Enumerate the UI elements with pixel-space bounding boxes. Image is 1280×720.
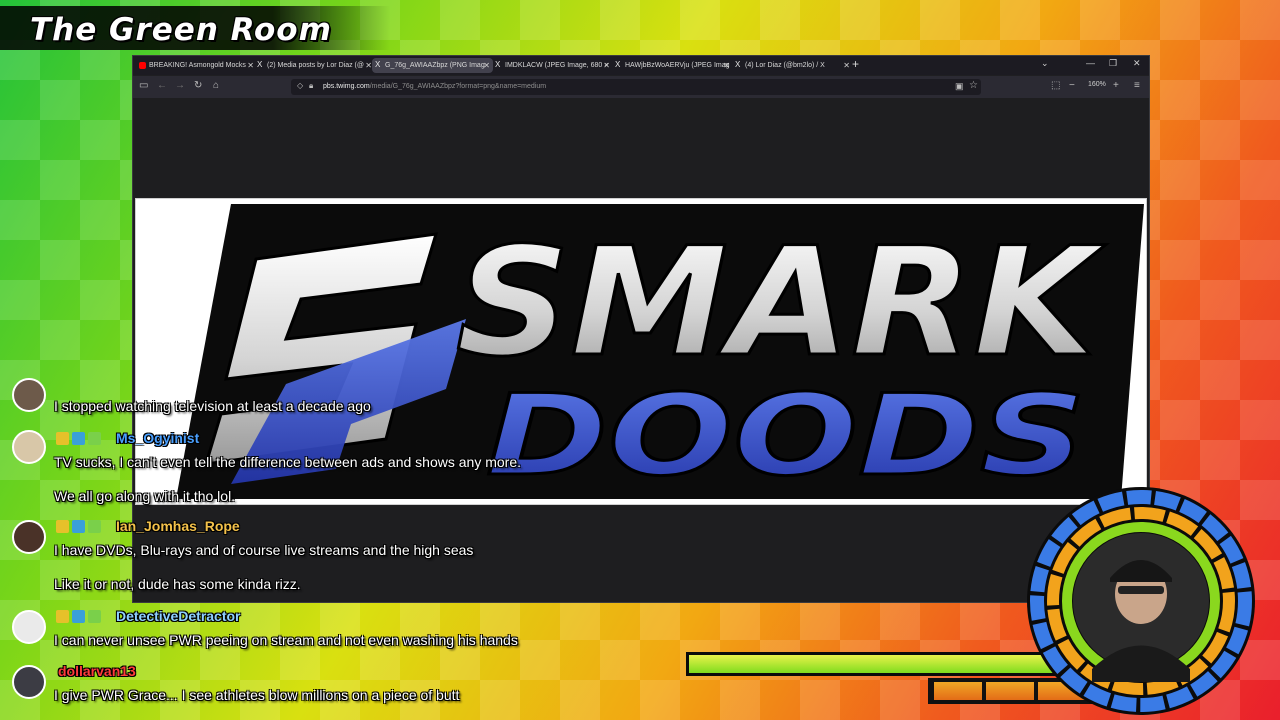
tab-asmongold[interactable]: BREAKING! Asmongold Mocks ✕ — [136, 58, 257, 73]
zoom-in-icon[interactable]: + — [1113, 80, 1119, 91]
user-badges — [56, 610, 112, 624]
avatar — [12, 610, 46, 644]
tab-label: BREAKING! Asmongold Mocks — [149, 62, 246, 69]
chat-username: DetectiveDetractor — [116, 608, 241, 624]
tab-bar: BREAKING! Asmongold Mocks ✕ X (2) Media … — [133, 56, 1149, 75]
menu-icon[interactable]: ≡ — [1134, 80, 1140, 91]
chat-text: We all go along with it tho lol. — [54, 488, 236, 504]
address-bar[interactable]: ◇ 🔒︎ pbs.twimg.com/media/G_76g_AWIAAZbpz… — [291, 79, 981, 95]
sidebar-icon[interactable]: ▭ — [139, 80, 148, 91]
home-icon[interactable]: ⌂ — [213, 80, 219, 91]
chat-overlay: I stopped watching television at least a… — [0, 378, 700, 720]
chat-text: I give PWR Grace... I see athletes blow … — [54, 687, 460, 703]
sub-badge-icon — [72, 520, 85, 533]
maximize-icon[interactable]: ❐ — [1109, 58, 1117, 69]
chat-text: TV sucks, I can't even tell the differen… — [54, 454, 522, 470]
close-icon[interactable]: ✕ — [723, 58, 730, 73]
logo-text-smark: SMARK — [456, 216, 1106, 390]
avatar — [12, 520, 46, 554]
chat-username: dollarvan13 — [58, 663, 136, 679]
x-icon: X — [375, 60, 381, 69]
avatar — [12, 665, 46, 699]
zoom-out-icon[interactable]: − — [1069, 80, 1075, 91]
reload-icon[interactable]: ↻ — [194, 80, 202, 91]
chat-username: Ian_Jomhas_Rope — [116, 518, 240, 534]
level-badge-icon — [88, 432, 101, 445]
user-badges — [56, 520, 112, 534]
url-path: /media/G_76g_AWIAAZbpz?format=png&name=m… — [369, 83, 547, 90]
crown-badge-icon — [56, 610, 69, 623]
webcam-frame — [1027, 487, 1255, 715]
tab-label: (2) Media posts by Lor Diaz (@ — [267, 62, 364, 69]
tab-label: G_76g_AWIAAZbpz (PNG Imag — [385, 62, 485, 69]
level-badge-icon — [88, 520, 101, 533]
glasses-shape — [1118, 586, 1164, 594]
chat-text: I stopped watching television at least a… — [54, 398, 371, 414]
chat-text: I can never unsee PWR peeing on stream a… — [54, 632, 518, 648]
tab-lor-diaz[interactable]: X (4) Lor Diaz (@bm2lo) / X ✕ — [732, 58, 853, 73]
x-icon: X — [615, 60, 621, 69]
sub-badge-icon — [72, 432, 85, 445]
stream-title: The Green Room — [30, 12, 332, 48]
minimize-icon[interactable]: — — [1086, 58, 1095, 68]
url-host: pbs.twimg.com — [323, 83, 370, 90]
hud-segment — [934, 682, 982, 700]
close-icon[interactable]: ✕ — [603, 58, 610, 73]
sub-badge-icon — [72, 610, 85, 623]
level-badge-icon — [88, 610, 101, 623]
new-tab-icon[interactable]: + — [852, 57, 859, 71]
stream-title-banner: The Green Room — [0, 6, 390, 50]
close-icon[interactable]: ✕ — [365, 58, 372, 73]
navigation-bar: ▭ ← → ↻ ⌂ ◇ 🔒︎ pbs.twimg.com/media/G_76g… — [133, 76, 1149, 98]
avatar — [12, 378, 46, 412]
close-window-icon[interactable]: ✕ — [1133, 58, 1141, 69]
back-icon[interactable]: ← — [157, 80, 167, 91]
chat-text: Like it or not, dude has some kinda rizz… — [54, 576, 301, 592]
shield-icon[interactable]: ◇ — [297, 81, 303, 90]
forward-icon[interactable]: → — [175, 80, 185, 91]
x-icon: X — [257, 60, 263, 69]
avatar — [12, 430, 46, 464]
x-icon: X — [495, 60, 501, 69]
tab-label: HAWjbBzWoAERVju (JPEG Imag — [625, 62, 730, 69]
crown-badge-icon — [56, 432, 69, 445]
tab-label: IMDKLACW (JPEG Image, 680 × — [505, 62, 609, 69]
tab-label: (4) Lor Diaz (@bm2lo) / X — [745, 62, 825, 69]
extensions-icon[interactable]: ⬚ — [1051, 80, 1060, 91]
close-icon[interactable]: ✕ — [247, 58, 254, 73]
youtube-icon — [139, 62, 146, 69]
close-icon[interactable]: ✕ — [483, 58, 490, 73]
tab-imdklacw[interactable]: X IMDKLACW (JPEG Image, 680 × ✕ — [492, 58, 613, 73]
url-text: pbs.twimg.com/media/G_76g_AWIAAZbpz?form… — [323, 81, 546, 93]
crown-badge-icon — [56, 520, 69, 533]
tab-media-posts[interactable]: X (2) Media posts by Lor Diaz (@ ✕ — [254, 58, 375, 73]
reader-view-icon[interactable]: ▣ — [955, 81, 964, 92]
tab-active-image[interactable]: X G_76g_AWIAAZbpz (PNG Imag ✕ — [372, 58, 493, 73]
tab-list-icon[interactable]: ⌄ — [1041, 58, 1049, 69]
lock-icon: 🔒︎ — [309, 81, 314, 90]
zoom-level[interactable]: 160% — [1088, 81, 1106, 88]
x-icon: X — [735, 60, 741, 69]
close-icon[interactable]: ✕ — [843, 58, 850, 73]
user-badges — [56, 432, 112, 446]
bookmark-star-icon[interactable]: ☆ — [969, 80, 978, 91]
chat-username: Ms_Ogyinist — [116, 430, 200, 446]
tab-hawjb[interactable]: X HAWjbBzWoAERVju (JPEG Imag ✕ — [612, 58, 733, 73]
chat-text: I have DVDs, Blu-rays and of course live… — [54, 542, 474, 558]
